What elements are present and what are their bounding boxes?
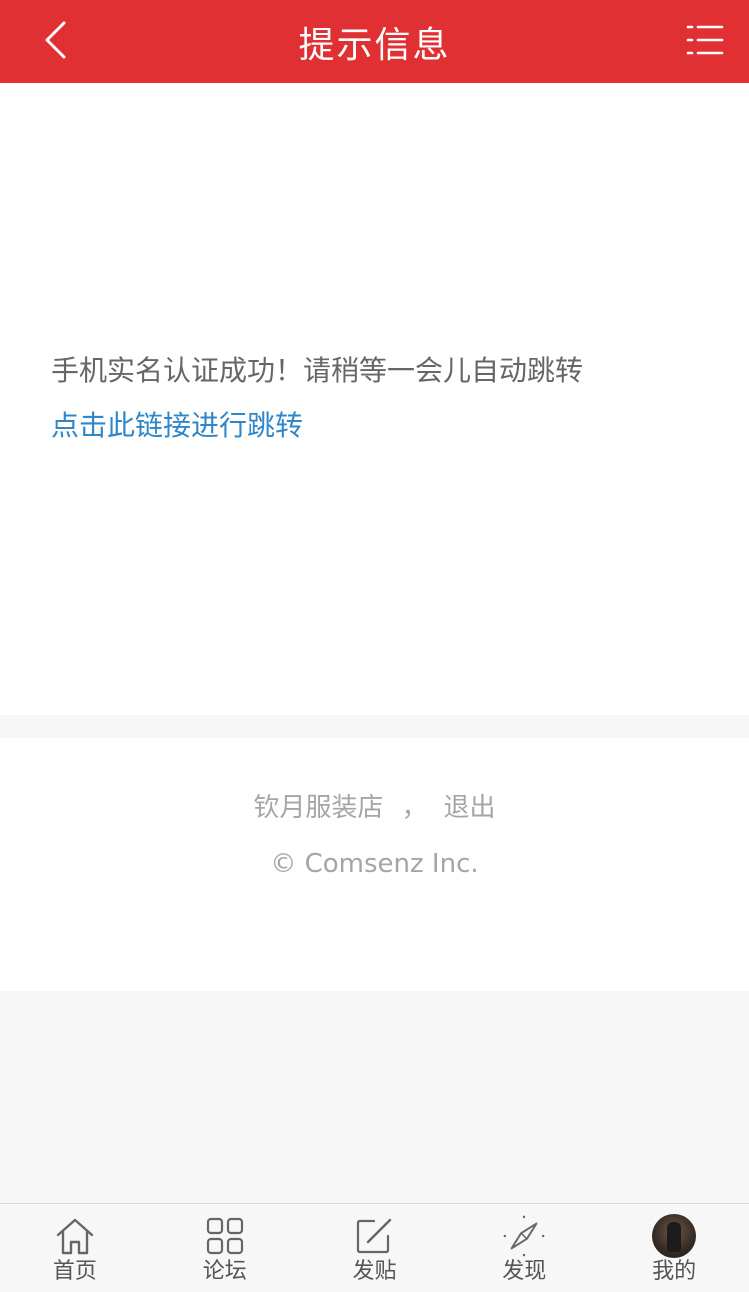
chevron-left-icon <box>42 20 70 64</box>
page-title: 提示信息 <box>298 24 451 66</box>
tab-label: 发现 <box>502 1259 547 1284</box>
compose-icon <box>352 1214 396 1258</box>
tab-label: 论坛 <box>202 1259 247 1284</box>
tab-label: 发贴 <box>352 1259 397 1284</box>
tab-discover[interactable]: 发现 <box>449 1204 599 1292</box>
tab-forum[interactable]: 论坛 <box>150 1204 300 1292</box>
footer-separator: ， <box>401 793 428 823</box>
home-icon <box>53 1214 97 1258</box>
tab-post[interactable]: 发贴 <box>300 1204 450 1292</box>
tab-label: 我的 <box>652 1259 697 1284</box>
footer-panel: 钦月服装店 ， 退出 © Comsenz Inc. <box>0 738 749 991</box>
avatar-wrapper <box>652 1214 697 1258</box>
avatar <box>652 1214 697 1258</box>
success-message: 手机实名认证成功！请稍等一会儿自动跳转 <box>51 354 584 387</box>
tab-home[interactable]: 首页 <box>0 1204 150 1292</box>
grid-icon <box>203 1214 247 1258</box>
shop-name-link[interactable]: 钦月服装店 <box>253 793 383 823</box>
back-button[interactable] <box>26 12 86 72</box>
message-panel: 手机实名认证成功！请稍等一会儿自动跳转 点击此链接进行跳转 <box>0 83 749 715</box>
top-header: 提示信息 <box>0 0 749 83</box>
redirect-link[interactable]: 点击此链接进行跳转 <box>51 406 303 446</box>
tab-mine[interactable]: 我的 <box>599 1204 749 1292</box>
list-menu-icon <box>686 23 724 61</box>
menu-button[interactable] <box>675 12 735 72</box>
bottom-tab-bar: 首页 论坛 发贴 发现 我的 <box>0 1203 749 1292</box>
page: 提示信息 手机实名认证成功！请稍等一会儿自动跳转 点击此链接进行跳转 钦月服装店… <box>0 0 749 1292</box>
copyright-text: © Comsenz Inc. <box>270 849 479 879</box>
tab-label: 首页 <box>52 1259 97 1284</box>
compass-icon <box>502 1214 546 1258</box>
logout-link[interactable]: 退出 <box>444 793 496 823</box>
footer-links: 钦月服装店 ， 退出 <box>0 788 749 828</box>
